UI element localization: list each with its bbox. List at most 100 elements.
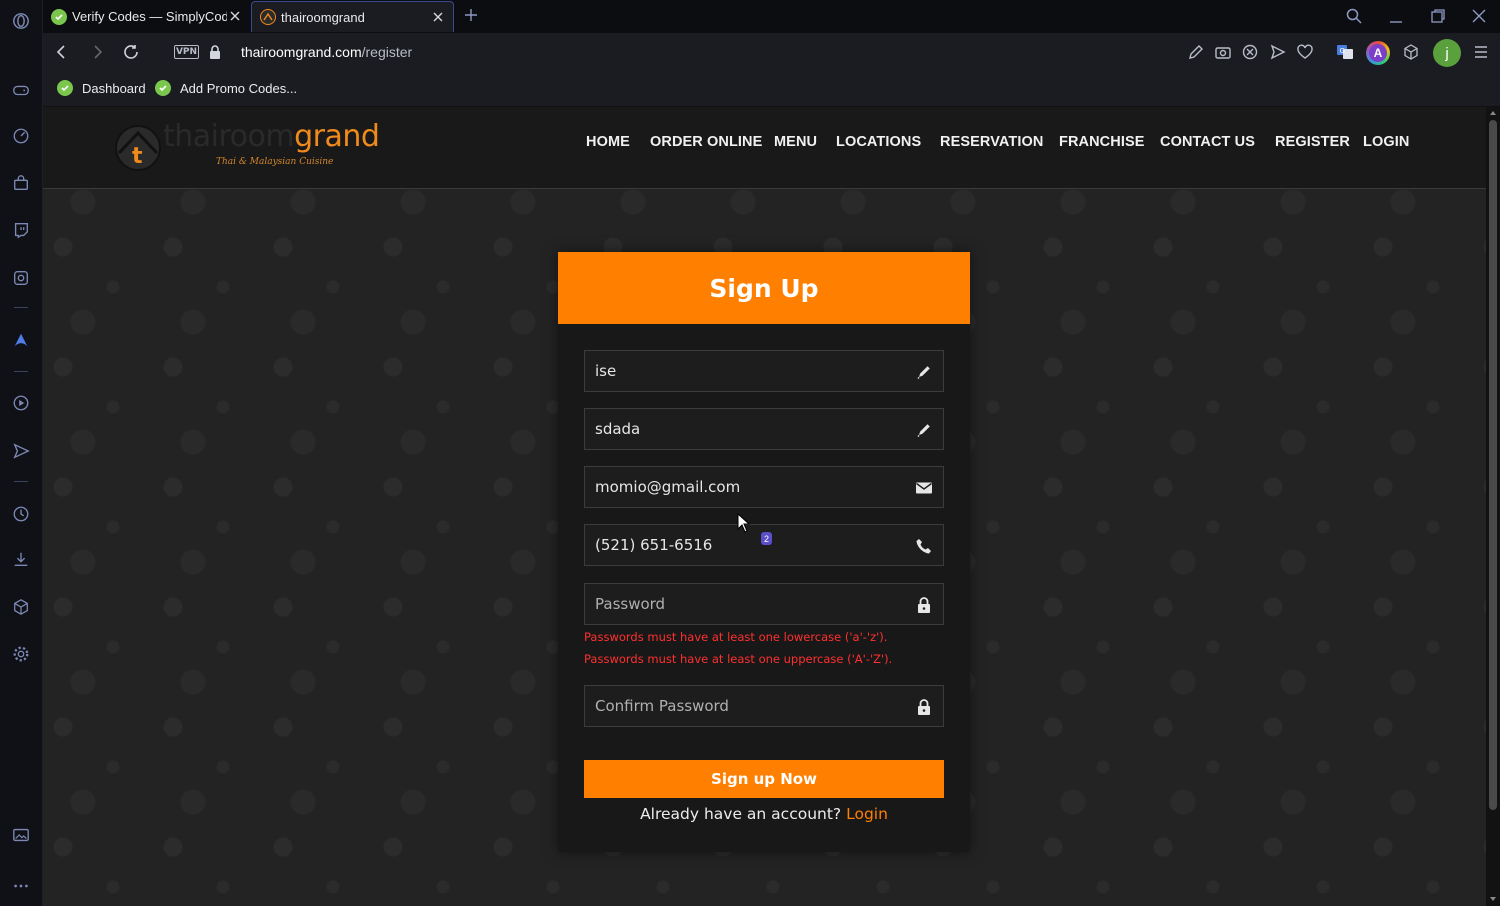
password-input[interactable] [585, 584, 943, 624]
close-tab-icon[interactable] [431, 10, 445, 24]
nav-login[interactable]: LOGIN [1363, 134, 1409, 150]
already-have-account: Already have an account? Login [558, 805, 970, 823]
easy-setup-menu-icon[interactable] [1472, 43, 1490, 61]
nav-order-online[interactable]: ORDER ONLINE [650, 134, 762, 150]
browser-sidebar [0, 0, 43, 906]
nav-reservation[interactable]: RESERVATION [940, 134, 1043, 150]
confirm-password-input[interactable] [585, 686, 943, 726]
forward-arrow-icon[interactable] [88, 43, 106, 61]
nav-locations[interactable]: LOCATIONS [836, 134, 921, 150]
pencil-icon [917, 424, 930, 438]
speedometer-icon[interactable] [11, 126, 31, 146]
bookmark-add-promo-codes[interactable]: Add Promo Codes... [155, 79, 297, 97]
tab-verify-codes[interactable]: Verify Codes — SimplyCodes [43, 1, 250, 32]
password-error-lowercase: Passwords must have at least one lowerca… [584, 630, 888, 644]
web-page: t thairoomgrand Thai & Malaysian Cuisine… [43, 107, 1486, 906]
envelope-icon [916, 482, 932, 494]
extension-a-avatar[interactable]: A [1366, 41, 1390, 65]
email-input[interactable] [585, 467, 943, 507]
shopping-bag-icon[interactable] [11, 173, 31, 193]
confirm-password-field[interactable] [584, 685, 944, 727]
messenger-icon[interactable] [11, 268, 31, 288]
reload-icon[interactable] [122, 43, 140, 61]
pencil-icon [917, 366, 930, 380]
edit-page-icon[interactable] [1187, 43, 1205, 61]
site-logo[interactable]: t thairoomgrand Thai & Malaysian Cuisine [113, 119, 383, 177]
simplycodes-bookmark-icon [57, 80, 73, 96]
nav-contact-us[interactable]: CONTACT US [1160, 134, 1255, 150]
simplycodes-bookmark-icon [155, 80, 171, 96]
aria-icon[interactable] [11, 330, 31, 350]
adblock-icon[interactable] [1241, 43, 1259, 61]
scrollbar-thumb[interactable] [1489, 120, 1497, 810]
back-arrow-icon[interactable] [53, 43, 71, 61]
nav-franchise[interactable]: FRANCHISE [1059, 134, 1145, 150]
history-icon[interactable] [11, 504, 31, 524]
phone-field[interactable] [584, 524, 944, 566]
first-name-field[interactable] [584, 350, 944, 392]
url-field[interactable]: thairoomgrand.com/register [241, 44, 412, 60]
svg-text:G: G [1340, 47, 1345, 55]
more-dots-icon[interactable] [11, 876, 31, 896]
bookmark-label: Add Promo Codes... [180, 80, 298, 96]
last-name-input[interactable] [585, 409, 943, 449]
gamepad-icon[interactable] [11, 80, 31, 100]
bookmark-dashboard[interactable]: Dashboard [57, 79, 146, 97]
profile-avatar[interactable]: j [1433, 39, 1461, 67]
phone-input[interactable] [585, 525, 943, 565]
lock-icon [918, 597, 930, 613]
settings-gear-icon[interactable] [11, 644, 31, 664]
bookmark-label: Dashboard [82, 80, 146, 96]
opera-logo-icon[interactable] [11, 11, 31, 31]
bookmark-heart-icon[interactable] [1296, 43, 1314, 61]
extensions-cube-icon[interactable] [11, 597, 31, 617]
search-tabs-icon[interactable] [1345, 7, 1363, 25]
login-link[interactable]: Login [846, 805, 888, 823]
secure-lock-icon[interactable] [208, 44, 222, 60]
nav-home[interactable]: HOME [586, 134, 630, 150]
scroll-up-arrow-icon[interactable] [1489, 109, 1497, 117]
translate-icon[interactable]: G [1336, 43, 1354, 61]
password-field[interactable] [584, 583, 944, 625]
vpn-badge[interactable]: VPN [174, 45, 199, 59]
close-tab-icon[interactable] [228, 9, 242, 23]
new-tab-plus-icon[interactable] [462, 6, 480, 24]
overlay-badge: 2 [761, 532, 772, 545]
sign-up-now-button[interactable]: Sign up Now [584, 760, 944, 798]
phone-icon [916, 539, 931, 554]
download-icon[interactable] [11, 549, 31, 569]
lock-icon [918, 699, 930, 715]
logo-wordmark: thairoomgrand [163, 119, 380, 154]
tab-thairoomgrand[interactable]: thairoomgrand [251, 1, 454, 32]
nav-menu[interactable]: MENU [774, 134, 817, 150]
restore-icon[interactable] [1429, 7, 1447, 25]
logo-mark-icon: t [115, 125, 161, 171]
camera-snapshot-icon[interactable] [1214, 43, 1232, 61]
logo-mark-letter: t [132, 144, 143, 169]
send-page-icon[interactable] [1269, 43, 1287, 61]
scroll-down-arrow-icon[interactable] [1489, 895, 1497, 903]
signup-header: Sign Up [558, 252, 970, 324]
send-icon[interactable] [11, 441, 31, 461]
twitch-icon[interactable] [11, 220, 31, 240]
last-name-field[interactable] [584, 408, 944, 450]
simplycodes-favicon-icon [51, 8, 67, 25]
already-text: Already have an account? [640, 805, 842, 823]
logo-part1: thairoom [163, 119, 295, 154]
player-icon[interactable] [11, 393, 31, 413]
logo-tagline: Thai & Malaysian Cuisine [216, 157, 334, 167]
extensions-icon[interactable] [1402, 43, 1420, 61]
logo-part2: grand [294, 119, 380, 154]
minimize-icon[interactable] [1387, 7, 1405, 25]
gallery-icon[interactable] [11, 825, 31, 845]
close-window-icon[interactable] [1470, 7, 1488, 25]
tab-title: Verify Codes — SimplyCodes [72, 9, 227, 24]
bookmarks-bar: Dashboard Add Promo Codes... [43, 71, 1500, 107]
first-name-input[interactable] [585, 351, 943, 391]
nav-register[interactable]: REGISTER [1275, 134, 1350, 150]
page-scrollbar[interactable] [1486, 107, 1500, 906]
extension-a-initial: A [1369, 44, 1387, 62]
signup-card: Sign Up 2 Passwords must have at least o… [558, 252, 970, 852]
password-error-uppercase: Passwords must have at least one upperca… [584, 652, 893, 666]
email-field[interactable] [584, 466, 944, 508]
